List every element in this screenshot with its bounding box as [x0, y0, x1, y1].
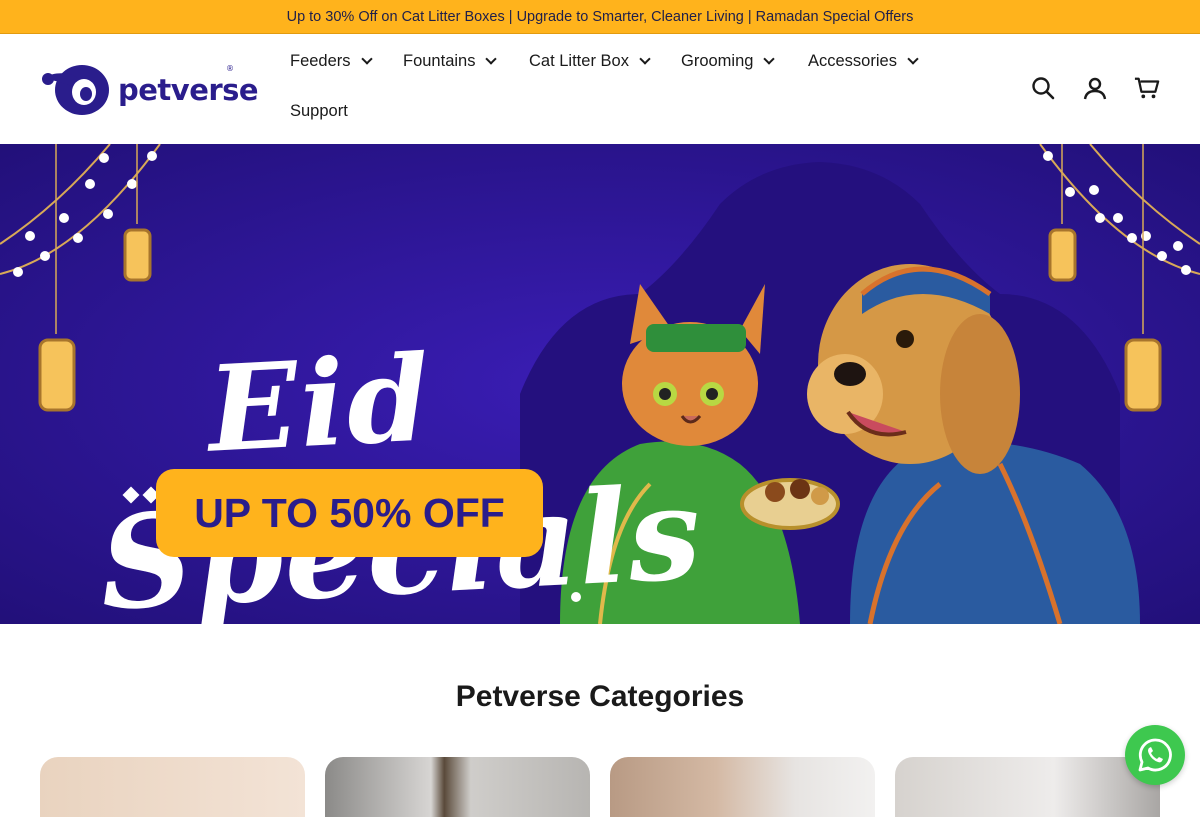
slide-indicator-dot[interactable]: [571, 592, 581, 602]
account-icon[interactable]: [1082, 74, 1108, 102]
chevron-down-icon: [907, 53, 919, 65]
header-icons: [1030, 74, 1160, 102]
categories-title: Petverse Categories: [455, 680, 745, 713]
logo-mark-icon: [40, 62, 114, 118]
nav-item-cat-litter-box[interactable]: Cat Litter Box: [529, 52, 651, 71]
nav-item-feeders[interactable]: Feeders: [290, 52, 373, 71]
chevron-down-icon: [763, 53, 776, 65]
search-icon[interactable]: [1030, 74, 1056, 102]
nav-item-support[interactable]: Support: [290, 102, 348, 121]
hero-banner[interactable]: Eid Specials UP TO 50% OFF: [0, 144, 1200, 624]
cart-icon[interactable]: [1134, 74, 1160, 102]
announcement-bar[interactable]: Up to 30% Off on Cat Litter Boxes | Upgr…: [0, 0, 1200, 34]
nav-item-label: Grooming: [681, 52, 754, 70]
nav-item-accessories[interactable]: Accessories: [808, 52, 919, 71]
site-header: petverse ® Feeders Fountains Cat Litter …: [0, 34, 1200, 144]
chevron-down-icon: [485, 53, 498, 65]
whatsapp-button[interactable]: [1125, 725, 1185, 785]
nav-item-label: Cat Litter Box: [529, 52, 629, 70]
category-card[interactable]: [895, 757, 1160, 817]
category-card[interactable]: [325, 757, 590, 817]
hero-cta-text: UP TO 50% OFF: [194, 489, 505, 536]
nav-item-label: Feeders: [290, 52, 351, 70]
main-nav: Feeders Fountains Cat Litter Box Groomin…: [290, 34, 990, 144]
announcement-text: Up to 30% Off on Cat Litter Boxes | Upgr…: [286, 8, 914, 25]
nav-item-label: Support: [290, 102, 348, 120]
chevron-down-icon: [360, 53, 373, 65]
chevron-down-icon: [639, 53, 651, 65]
logo-text: petverse: [118, 73, 259, 107]
category-card[interactable]: [40, 757, 305, 817]
nav-item-grooming[interactable]: Grooming: [681, 52, 776, 71]
nav-item-fountains[interactable]: Fountains: [403, 52, 498, 71]
nav-item-label: Accessories: [808, 52, 897, 70]
hero-cta-badge[interactable]: UP TO 50% OFF: [156, 469, 543, 557]
logo[interactable]: petverse ®: [40, 62, 259, 118]
nav-item-label: Fountains: [403, 52, 476, 70]
category-card[interactable]: [610, 757, 875, 817]
registered-mark: ®: [226, 64, 234, 73]
whatsapp-icon: [1138, 738, 1172, 772]
hero-title-line1: Eid: [204, 328, 435, 479]
